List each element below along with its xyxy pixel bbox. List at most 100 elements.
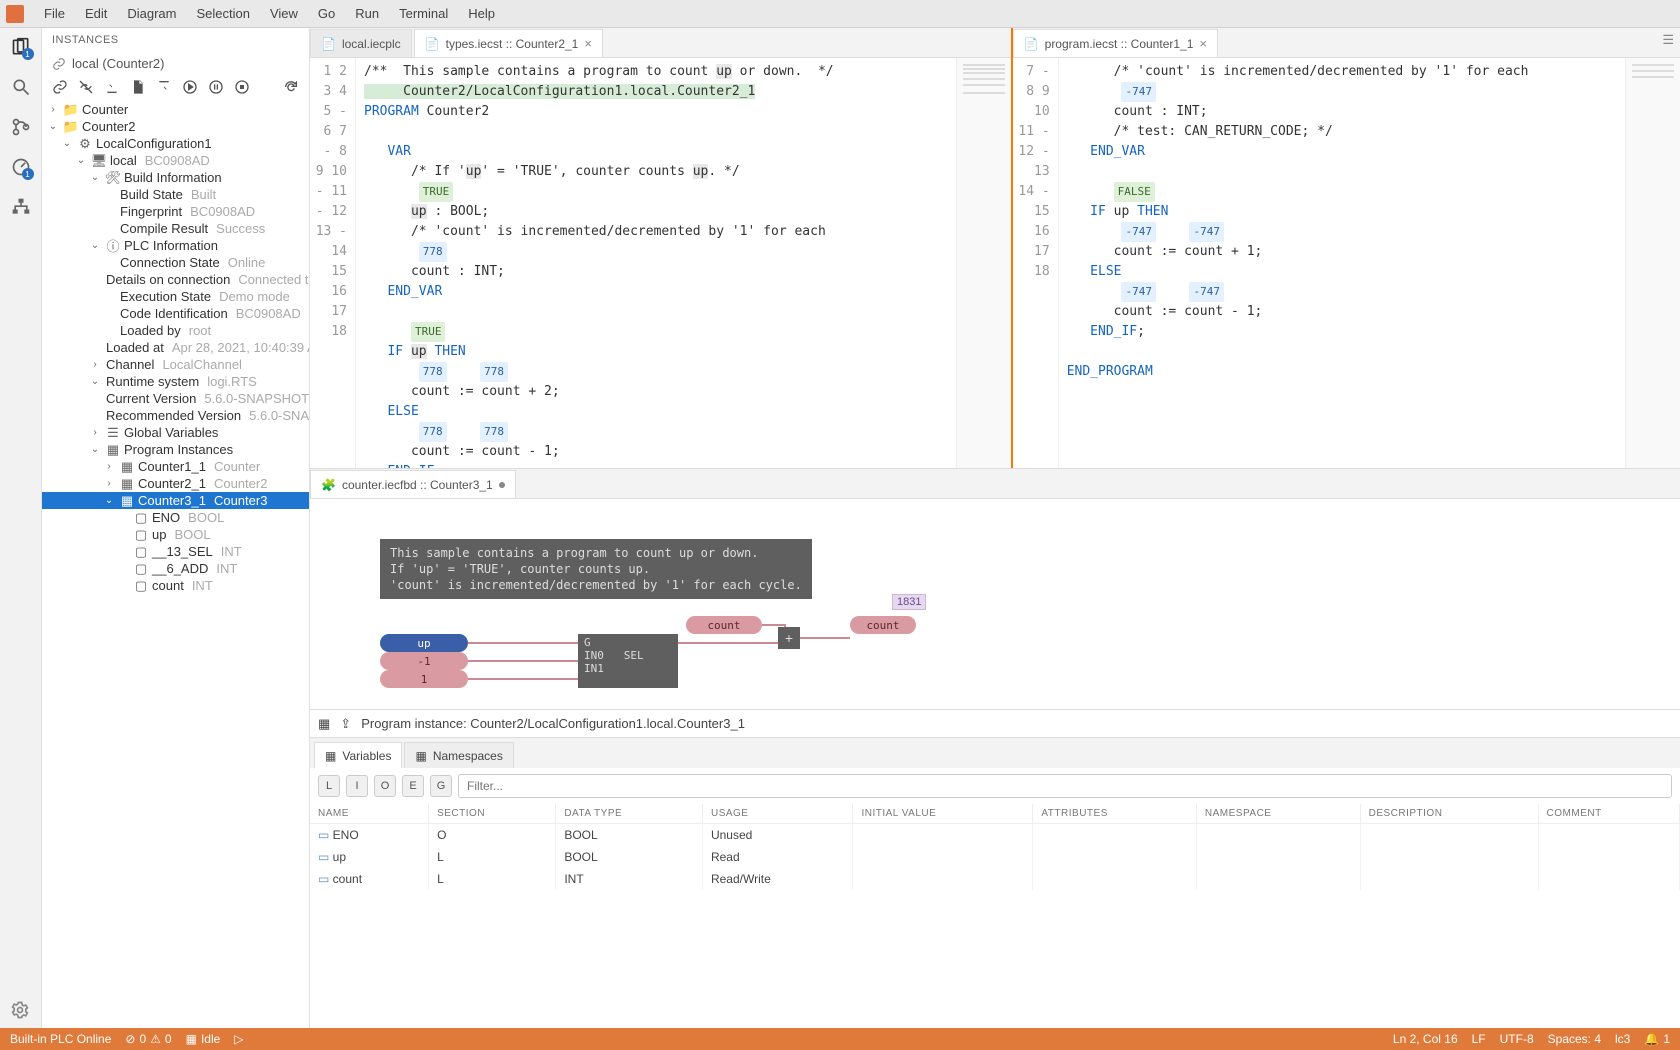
tab-local[interactable]: 📄local.iecplc — [310, 29, 412, 57]
tree-proginst[interactable]: ⌄▦Program Instances — [42, 441, 309, 458]
tree-counter[interactable]: ›📁Counter — [42, 101, 309, 118]
col-header[interactable]: NAME — [310, 804, 429, 824]
play-icon[interactable] — [182, 79, 198, 95]
tab-variables[interactable]: ▦Variables — [314, 742, 402, 768]
tab-program[interactable]: 📄program.iecst :: Counter1_1× — [1013, 29, 1218, 57]
tree-c2[interactable]: ›▦Counter2_1Counter2 — [42, 475, 309, 492]
instance-link[interactable]: local (Counter2) — [42, 52, 309, 75]
stop-icon[interactable] — [234, 79, 250, 95]
col-header[interactable]: COMMENT — [1538, 804, 1679, 824]
tree-count[interactable]: ▢countINT — [42, 577, 309, 594]
tree-channel[interactable]: ›ChannelLocalChannel — [42, 356, 309, 373]
menu-go[interactable]: Go — [308, 2, 345, 25]
col-header[interactable]: SECTION — [429, 804, 556, 824]
table-row[interactable]: ▭ upLBOOLRead — [310, 846, 1680, 868]
tree-counter2[interactable]: ⌄📁Counter2 — [42, 118, 309, 135]
menu-help[interactable]: Help — [458, 2, 505, 25]
sel-block[interactable]: G IN0 SEL IN1 — [578, 634, 678, 688]
menu-view[interactable]: View — [260, 2, 308, 25]
tree-loadedat[interactable]: Loaded atApr 28, 2021, 10:40:39 AM — [42, 339, 309, 356]
code-body[interactable]: /** This sample contains a program to co… — [356, 58, 956, 468]
menu-selection[interactable]: Selection — [186, 2, 259, 25]
tree-exec[interactable]: Execution StateDemo mode — [42, 288, 309, 305]
filter-L[interactable]: L — [318, 775, 340, 797]
filter-O[interactable]: O — [374, 775, 396, 797]
tab-types[interactable]: 📄types.iecst :: Counter2_1× — [414, 29, 603, 57]
tree-plcinfo[interactable]: ⌄ⓘPLC Information — [42, 237, 309, 254]
table-row[interactable]: ▭ ENOOBOOLUnused — [310, 824, 1680, 847]
table-row[interactable]: ▭ countLINTRead/Write — [310, 868, 1680, 890]
filter-E[interactable]: E — [402, 775, 424, 797]
download-icon[interactable] — [104, 79, 120, 95]
pin-count-out[interactable]: count — [850, 616, 916, 634]
pin-up[interactable]: up — [380, 634, 468, 652]
tree-recver[interactable]: Recommended Version5.6.0-SNAPSH... — [42, 407, 309, 424]
col-header[interactable]: ATTRIBUTES — [1033, 804, 1197, 824]
explorer-icon[interactable]: 1 — [10, 36, 32, 58]
tree-conn[interactable]: Connection StateOnline — [42, 254, 309, 271]
tree-rts[interactable]: ⌄Runtime systemlogi.RTS — [42, 373, 309, 390]
col-header[interactable]: DATA TYPE — [556, 804, 703, 824]
status-lang[interactable]: lc3 — [1615, 1032, 1630, 1046]
settings-gear-icon[interactable] — [10, 1000, 30, 1020]
tree-globals[interactable]: ›☰Global Variables — [42, 424, 309, 441]
filter-G[interactable]: G — [430, 775, 452, 797]
code-body[interactable]: /* 'count' is incremented/decremented by… — [1059, 58, 1625, 468]
tree-codeid[interactable]: Code IdentificationBC0908AD — [42, 305, 309, 322]
dashboard-icon[interactable]: 1 — [10, 156, 32, 178]
outline-icon[interactable]: ☰ — [1662, 32, 1674, 48]
add-block[interactable]: + — [778, 627, 800, 649]
filter-I[interactable]: I — [346, 775, 368, 797]
hierarchy-icon[interactable] — [10, 196, 32, 218]
menu-edit[interactable]: Edit — [75, 2, 117, 25]
tree-buildinfo[interactable]: ⌄🛠Build Information — [42, 169, 309, 186]
link-icon[interactable] — [52, 79, 68, 95]
refresh-icon[interactable] — [283, 79, 299, 95]
status-ln[interactable]: Ln 2, Col 16 — [1393, 1032, 1458, 1046]
status-plc[interactable]: Built-in PLC Online — [10, 1032, 111, 1046]
col-header[interactable]: NAMESPACE — [1196, 804, 1360, 824]
pause-icon[interactable] — [208, 79, 224, 95]
tab-diagram[interactable]: 🧩counter.iecfbd :: Counter3_1 — [310, 470, 516, 498]
pin-p1[interactable]: 1 — [380, 670, 468, 688]
status-spaces[interactable]: Spaces: 4 — [1548, 1032, 1601, 1046]
tree-details[interactable]: Details on connectionConnected to PLC — [42, 271, 309, 288]
col-header[interactable]: INITIAL VALUE — [853, 804, 1033, 824]
tree-buildstate[interactable]: Build StateBuilt — [42, 186, 309, 203]
status-lf[interactable]: LF — [1472, 1032, 1486, 1046]
pin-count-in[interactable]: count — [686, 616, 762, 634]
tree-compile[interactable]: Compile ResultSuccess — [42, 220, 309, 237]
menu-diagram[interactable]: Diagram — [117, 2, 186, 25]
tree-eno[interactable]: ▢ENOBOOL — [42, 509, 309, 526]
menu-file[interactable]: File — [34, 2, 75, 25]
diagram-canvas[interactable]: This sample contains a program to count … — [310, 499, 1680, 709]
col-header[interactable]: DESCRIPTION — [1360, 804, 1538, 824]
minimap[interactable] — [1625, 58, 1680, 468]
tree-up[interactable]: ▢upBOOL — [42, 526, 309, 543]
unlink-icon[interactable] — [78, 79, 94, 95]
close-icon[interactable]: × — [1199, 36, 1207, 51]
grid-icon[interactable]: ▦ — [318, 716, 330, 732]
tree-add[interactable]: ▢__6_ADDINT — [42, 560, 309, 577]
source-control-icon[interactable] — [10, 116, 32, 138]
pin-m1[interactable]: -1 — [380, 652, 468, 670]
filter-input[interactable] — [458, 774, 1672, 798]
tab-namespaces[interactable]: ▦Namespaces — [404, 742, 513, 768]
tree-localcfg[interactable]: ⌄⚙LocalConfiguration1 — [42, 135, 309, 152]
status-idle[interactable]: ▦ Idle — [186, 1032, 221, 1046]
status-play[interactable]: ▷ — [234, 1032, 243, 1046]
col-header[interactable]: USAGE — [702, 804, 852, 824]
tree-loadedby[interactable]: Loaded byroot — [42, 322, 309, 339]
upload-icon[interactable] — [156, 79, 172, 95]
tree-c3[interactable]: ⌄▦Counter3_1Counter3 — [42, 492, 309, 509]
status-enc[interactable]: UTF-8 — [1500, 1032, 1534, 1046]
status-bell[interactable]: 🔔 1 — [1644, 1032, 1670, 1046]
menu-run[interactable]: Run — [345, 2, 389, 25]
tree-local[interactable]: ⌄🖥localBC0908AD — [42, 152, 309, 169]
close-icon[interactable]: × — [584, 36, 592, 51]
upload-icon[interactable]: ⇪ — [340, 716, 351, 732]
tree-fingerprint[interactable]: FingerprintBC0908AD — [42, 203, 309, 220]
search-icon[interactable] — [10, 76, 32, 98]
status-errors[interactable]: ⊘ 0 ⚠ 0 — [125, 1032, 171, 1046]
tree-c1[interactable]: ›▦Counter1_1Counter — [42, 458, 309, 475]
